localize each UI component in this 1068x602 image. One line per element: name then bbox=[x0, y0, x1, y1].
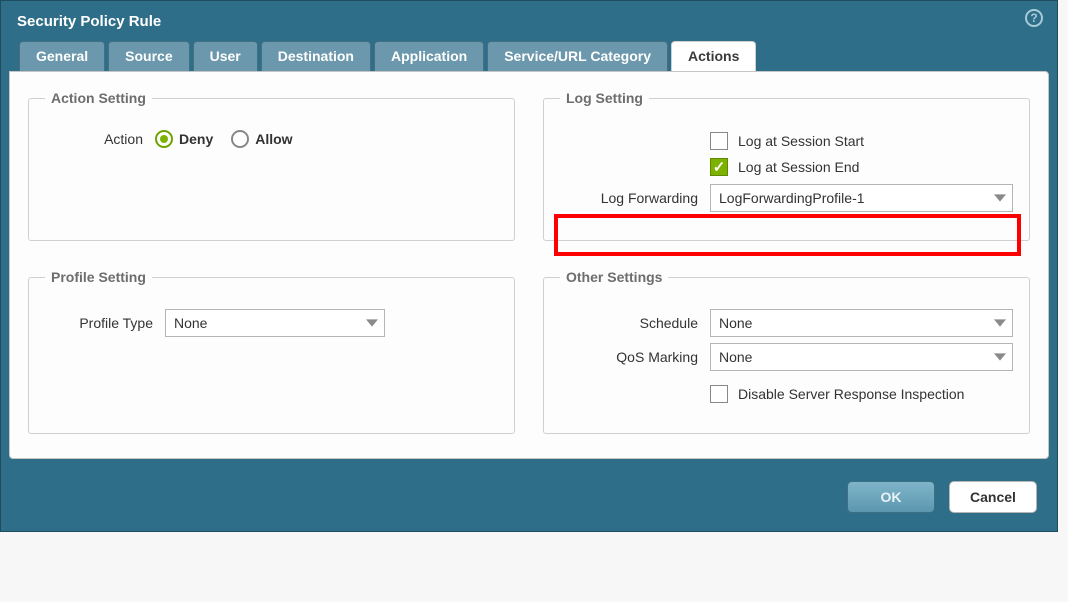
profile-type-select[interactable]: None bbox=[165, 309, 385, 337]
tab-strip: General Source User Destination Applicat… bbox=[1, 41, 1057, 71]
dialog-title: Security Policy Rule bbox=[17, 13, 161, 30]
security-policy-dialog: Security Policy Rule ? General Source Us… bbox=[0, 0, 1058, 532]
qos-value: None bbox=[711, 349, 988, 365]
schedule-label: Schedule bbox=[560, 315, 710, 331]
log-setting-group: Log Setting Log at Session Start Log at … bbox=[543, 90, 1030, 241]
cancel-button[interactable]: Cancel bbox=[949, 481, 1037, 513]
profile-setting-group: Profile Setting Profile Type None bbox=[28, 269, 515, 434]
other-settings-legend: Other Settings bbox=[560, 269, 668, 285]
log-session-end-checkbox[interactable] bbox=[710, 158, 728, 176]
schedule-select[interactable]: None bbox=[710, 309, 1013, 337]
log-setting-legend: Log Setting bbox=[560, 90, 649, 106]
profile-type-value: None bbox=[166, 315, 360, 331]
action-setting-group: Action Setting Action Deny Allow bbox=[28, 90, 515, 241]
help-icon[interactable]: ? bbox=[1025, 9, 1043, 27]
profile-type-label: Profile Type bbox=[45, 315, 165, 331]
action-label: Action bbox=[85, 131, 155, 147]
chevron-down-icon bbox=[360, 317, 384, 329]
dialog-title-bar: Security Policy Rule bbox=[1, 1, 1057, 41]
action-deny-radio[interactable] bbox=[155, 130, 173, 148]
schedule-value: None bbox=[711, 315, 988, 331]
tab-user[interactable]: User bbox=[193, 41, 258, 71]
chevron-down-icon bbox=[988, 317, 1012, 329]
chevron-down-icon bbox=[988, 351, 1012, 363]
log-session-end-label: Log at Session End bbox=[738, 159, 859, 175]
log-forwarding-label: Log Forwarding bbox=[560, 190, 710, 206]
disable-inspection-checkbox[interactable] bbox=[710, 385, 728, 403]
tab-application[interactable]: Application bbox=[374, 41, 484, 71]
actions-panel: Action Setting Action Deny Allow Log Set… bbox=[9, 71, 1049, 459]
log-forwarding-highlight bbox=[554, 214, 1021, 256]
log-forwarding-select[interactable]: LogForwardingProfile-1 bbox=[710, 184, 1013, 212]
qos-label: QoS Marking bbox=[560, 349, 710, 365]
log-session-start-label: Log at Session Start bbox=[738, 133, 864, 149]
dialog-footer: OK Cancel bbox=[1, 471, 1057, 531]
tab-source[interactable]: Source bbox=[108, 41, 189, 71]
chevron-down-icon bbox=[988, 192, 1012, 204]
qos-select[interactable]: None bbox=[710, 343, 1013, 371]
tab-service-url[interactable]: Service/URL Category bbox=[487, 41, 668, 71]
log-session-start-checkbox[interactable] bbox=[710, 132, 728, 150]
action-allow-radio[interactable] bbox=[231, 130, 249, 148]
tab-general[interactable]: General bbox=[19, 41, 105, 71]
disable-inspection-label: Disable Server Response Inspection bbox=[738, 386, 964, 402]
action-setting-legend: Action Setting bbox=[45, 90, 152, 106]
action-allow-label: Allow bbox=[255, 131, 292, 147]
tab-actions[interactable]: Actions bbox=[671, 41, 756, 71]
action-deny-label: Deny bbox=[179, 131, 213, 147]
log-forwarding-value: LogForwardingProfile-1 bbox=[711, 190, 988, 206]
ok-button[interactable]: OK bbox=[847, 481, 935, 513]
profile-setting-legend: Profile Setting bbox=[45, 269, 152, 285]
tab-destination[interactable]: Destination bbox=[261, 41, 371, 71]
other-settings-group: Other Settings Schedule None QoS Marking… bbox=[543, 269, 1030, 434]
